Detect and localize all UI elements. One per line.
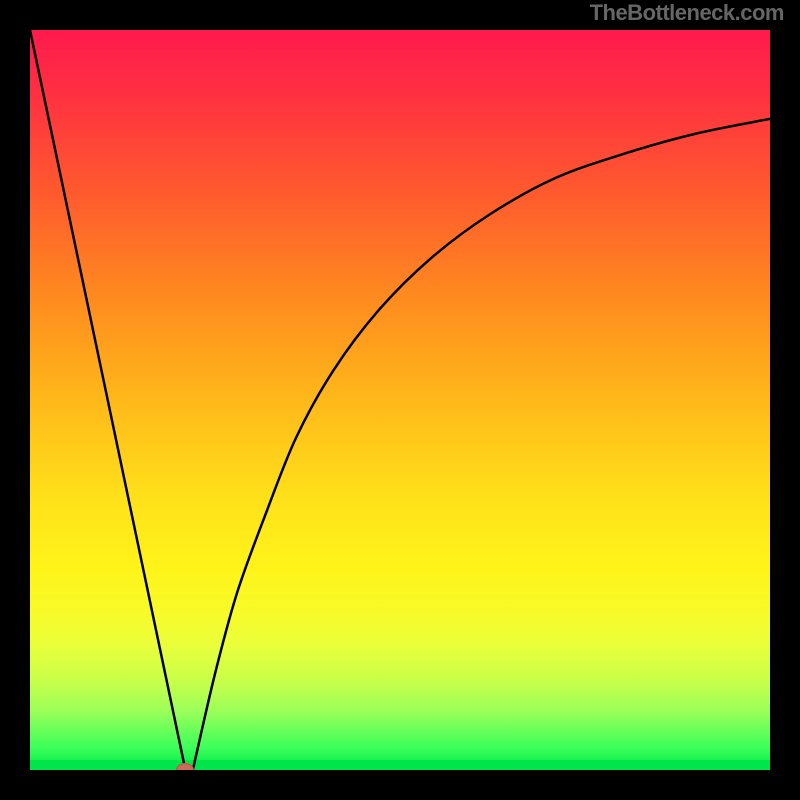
- chart-right-curve: [193, 119, 770, 770]
- watermark-text: TheBottleneck.com: [590, 0, 784, 26]
- chart-marker-dot: [176, 763, 194, 770]
- chart-plot-area: [30, 30, 770, 770]
- chart-left-slope: [30, 30, 185, 770]
- chart-curve-layer: [30, 30, 770, 770]
